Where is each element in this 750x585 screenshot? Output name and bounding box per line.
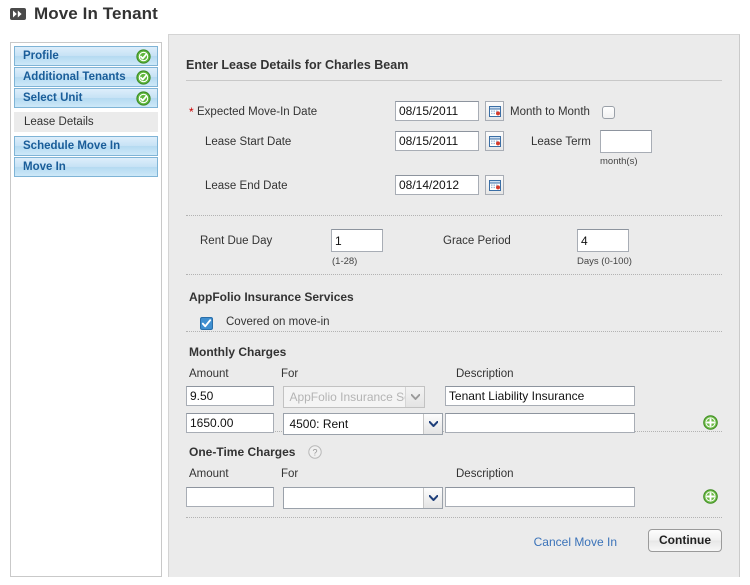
monthly-amount-input-2[interactable] (186, 413, 274, 433)
lease-term-input[interactable] (600, 130, 652, 153)
monthly-amount-header: Amount (189, 368, 229, 380)
monthly-for-header: For (281, 368, 298, 380)
page-title: Move In Tenant (34, 4, 158, 24)
green-check-icon (136, 91, 151, 106)
sidebar-item-label: Profile (23, 50, 59, 62)
lease-start-date-label: Lease Start Date (205, 136, 291, 148)
svg-text:?: ? (312, 447, 317, 457)
monthly-for-select-1-value: AppFolio Insurance Se (284, 387, 424, 407)
month-to-month-label: Month to Month (510, 106, 590, 118)
green-check-icon (136, 49, 151, 64)
sidebar-item-label: Schedule Move In (23, 140, 120, 152)
move-in-tenant-page: Move In Tenant Profile Additional Tenant… (0, 0, 750, 585)
sidebar-item-profile[interactable]: Profile (14, 46, 158, 66)
grace-period-input[interactable] (577, 229, 629, 252)
table-row (186, 487, 635, 509)
grace-period-note: Days (0-100) (577, 256, 632, 267)
insurance-covered-checkbox[interactable] (200, 317, 213, 330)
sidebar-item-lease-details[interactable]: Lease Details (14, 112, 158, 132)
expected-move-in-date-input[interactable] (395, 101, 479, 121)
lease-end-date-input[interactable] (395, 175, 479, 195)
lease-start-date-input[interactable] (395, 131, 479, 151)
monthly-charges-heading: Monthly Charges (189, 345, 286, 359)
lease-term-label: Lease Term (531, 136, 591, 148)
rent-due-day-note: (1-28) (332, 256, 357, 267)
one-time-description-header: Description (456, 468, 514, 480)
chevron-down-icon (423, 414, 442, 434)
chevron-down-icon (405, 387, 424, 407)
monthly-description-input-2[interactable] (445, 413, 635, 433)
monthly-amount-input-1[interactable] (186, 386, 274, 406)
one-time-charges-heading: One-Time Charges (189, 445, 295, 459)
lease-term-units-note: month(s) (600, 156, 637, 167)
one-time-description-input-1[interactable] (445, 487, 635, 507)
sidebar-item-label: Lease Details (24, 116, 94, 128)
wizard-sidebar: Profile Additional Tenants Select Un (10, 42, 162, 577)
form-heading: Enter Lease Details for Charles Beam (186, 35, 722, 72)
monthly-description-input-1[interactable] (445, 386, 635, 406)
calendar-icon[interactable] (485, 131, 504, 151)
sidebar-item-select-unit[interactable]: Select Unit (14, 88, 158, 108)
one-time-for-select-1[interactable] (283, 487, 443, 509)
one-time-amount-header: Amount (189, 468, 229, 480)
table-row: AppFolio Insurance Se (186, 386, 635, 408)
sidebar-item-move-in[interactable]: Move In (14, 157, 158, 177)
monthly-for-select-1: AppFolio Insurance Se (283, 386, 425, 408)
insurance-heading: AppFolio Insurance Services (189, 290, 354, 304)
question-mark-icon[interactable]: ? (308, 445, 322, 464)
cancel-move-in-link[interactable]: Cancel Move In (534, 535, 617, 549)
lease-details-panel: Enter Lease Details for Charles Beam * E… (168, 34, 740, 577)
sidebar-item-schedule-move-in[interactable]: Schedule Move In (14, 136, 158, 156)
insurance-covered-label: Covered on move-in (226, 316, 330, 328)
rent-due-day-input[interactable] (331, 229, 383, 252)
monthly-for-select-2-value: 4500: Rent (284, 414, 442, 434)
chevron-down-icon (423, 488, 442, 508)
sidebar-item-label: Additional Tenants (23, 71, 126, 83)
rent-due-day-label: Rent Due Day (200, 235, 272, 247)
calendar-icon[interactable] (485, 101, 504, 121)
sidebar-item-label: Select Unit (23, 92, 82, 104)
double-chevron-icon (10, 7, 27, 21)
month-to-month-checkbox[interactable] (602, 106, 615, 119)
green-check-icon (136, 70, 151, 85)
required-asterisk: * (189, 105, 194, 119)
calendar-icon[interactable] (485, 175, 504, 195)
one-time-for-header: For (281, 468, 298, 480)
one-time-charges-add-button[interactable] (703, 489, 718, 509)
sidebar-item-additional-tenants[interactable]: Additional Tenants (14, 67, 158, 87)
page-header: Move In Tenant (10, 4, 158, 24)
monthly-description-header: Description (456, 368, 514, 380)
expected-move-in-date-label: Expected Move-In Date (197, 106, 317, 118)
continue-button[interactable]: Continue (648, 529, 722, 552)
lease-end-date-label: Lease End Date (205, 180, 287, 192)
sidebar-item-label: Move In (23, 161, 66, 173)
one-time-amount-input-1[interactable] (186, 487, 274, 507)
grace-period-label: Grace Period (443, 235, 511, 247)
